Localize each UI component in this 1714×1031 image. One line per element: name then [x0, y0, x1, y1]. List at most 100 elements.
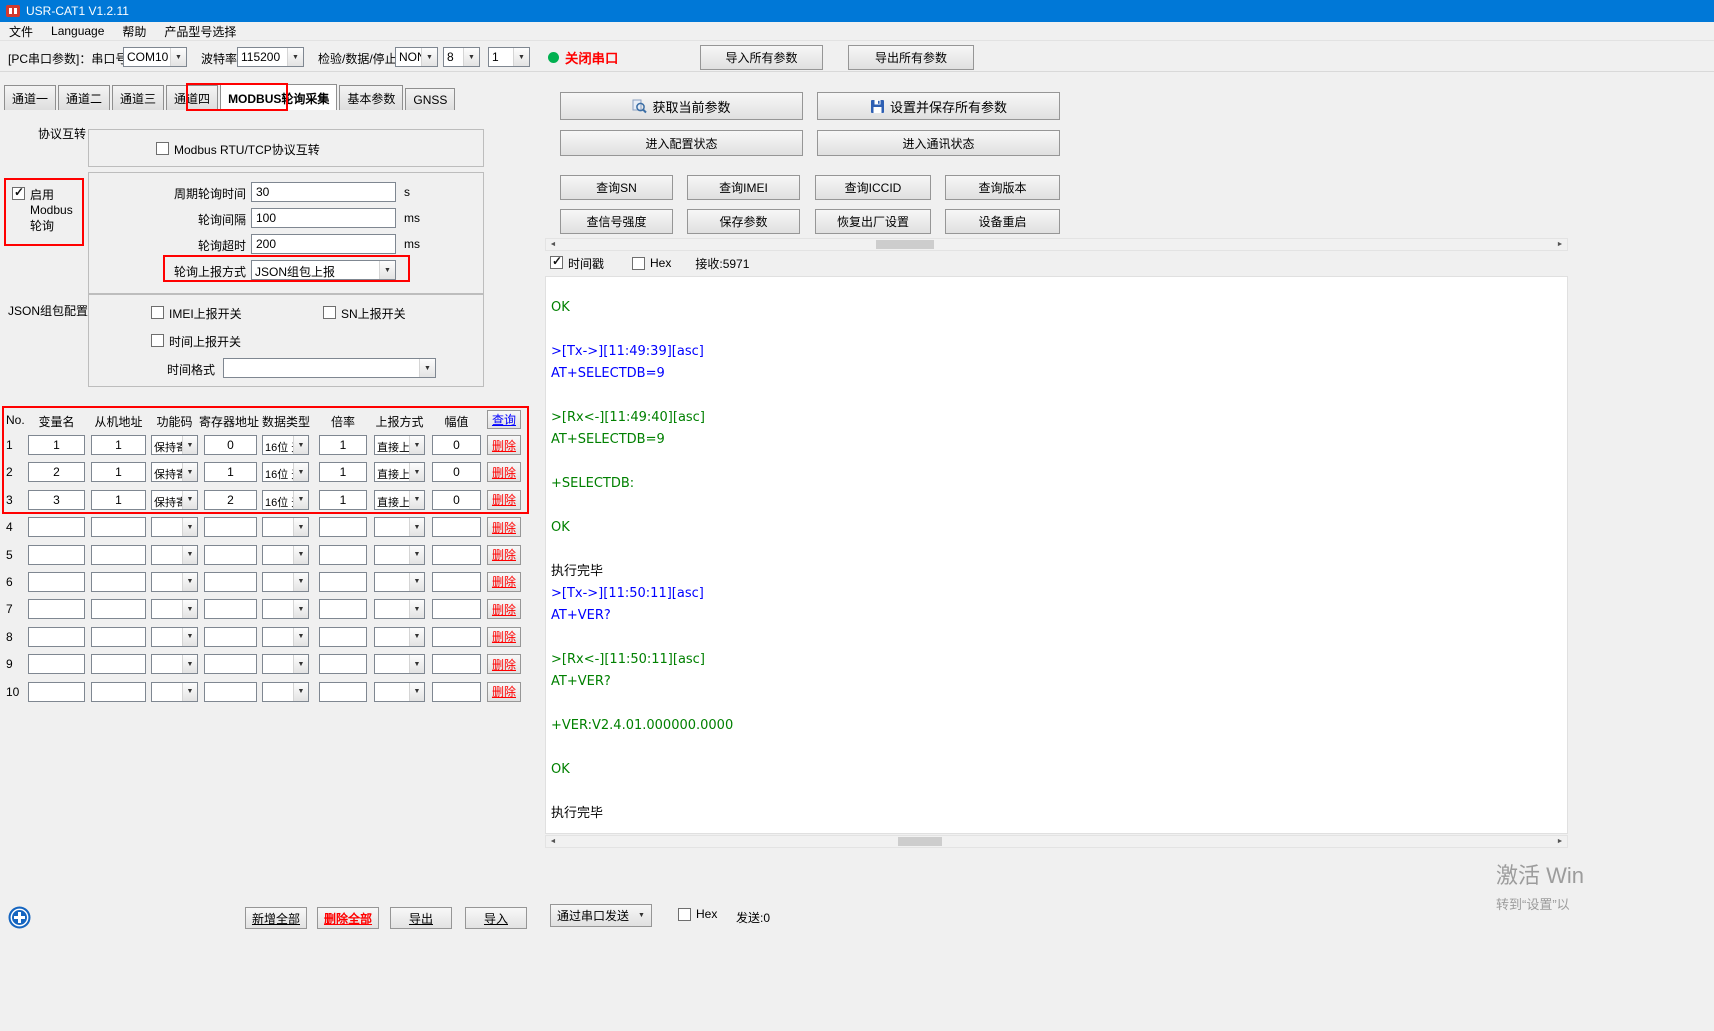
stopbits-select[interactable]: 1 ▼ — [488, 47, 530, 67]
delete-row-button[interactable]: 删除 — [487, 682, 521, 702]
func-code-select[interactable]: ▼ — [151, 545, 198, 565]
export-table-button[interactable]: 导出 — [390, 907, 452, 929]
data-type-select[interactable]: 16位 无符号 ▼ — [262, 490, 309, 510]
add-circle-icon[interactable] — [8, 906, 31, 929]
delete-all-button[interactable]: 删除全部 — [317, 907, 379, 929]
time-report-checkbox[interactable]: 时间上报开关 — [151, 333, 241, 350]
sn-report-checkbox[interactable]: SN上报开关 — [323, 305, 406, 322]
tab-modbus-poll[interactable]: MODBUS轮询采集 — [220, 84, 337, 110]
report-mode-select[interactable]: 直接上报 ▼ — [374, 435, 425, 455]
amplitude-input[interactable] — [432, 490, 481, 510]
enable-modbus-poll-checkbox[interactable]: 启用 Modbus轮询 — [12, 186, 76, 234]
delete-row-button[interactable]: 删除 — [487, 517, 521, 537]
delete-row-button[interactable]: 删除 — [487, 490, 521, 510]
baud-select[interactable]: 115200 ▼ — [237, 47, 304, 67]
menu-language[interactable]: Language — [42, 22, 113, 40]
slave-addr-input[interactable] — [91, 435, 146, 455]
report-mode-select[interactable]: ▼ — [374, 627, 425, 647]
reg-addr-input[interactable] — [204, 517, 257, 537]
tab-basic-params[interactable]: 基本参数 — [339, 85, 403, 110]
var-name-input[interactable] — [28, 599, 85, 619]
func-code-select[interactable]: ▼ — [151, 572, 198, 592]
rate-input[interactable] — [319, 572, 367, 592]
reg-addr-input[interactable] — [204, 490, 257, 510]
databits-select[interactable]: 8 ▼ — [443, 47, 480, 67]
scrollbar-thumb[interactable] — [876, 240, 934, 249]
amplitude-input[interactable] — [432, 545, 481, 565]
report-mode-select[interactable]: JSON组包上报 ▼ — [251, 260, 396, 280]
amplitude-input[interactable] — [432, 682, 481, 702]
delete-row-button[interactable]: 删除 — [487, 599, 521, 619]
enter-config-state-button[interactable]: 进入配置状态 — [560, 130, 803, 156]
reboot-device-button[interactable]: 设备重启 — [945, 209, 1060, 234]
data-type-select[interactable]: ▼ — [262, 599, 309, 619]
var-name-input[interactable] — [28, 654, 85, 674]
var-name-input[interactable] — [28, 462, 85, 482]
report-mode-select[interactable]: ▼ — [374, 654, 425, 674]
data-type-select[interactable]: ▼ — [262, 545, 309, 565]
set-save-all-params-button[interactable]: 设置并保存所有参数 — [817, 92, 1060, 120]
log-hscrollbar-bottom[interactable]: ◄ ► — [545, 835, 1568, 848]
delete-row-button[interactable]: 删除 — [487, 462, 521, 482]
slave-addr-input[interactable] — [91, 682, 146, 702]
rate-input[interactable] — [319, 462, 367, 482]
reg-addr-input[interactable] — [204, 599, 257, 619]
reg-addr-input[interactable] — [204, 462, 257, 482]
scrollbar-thumb[interactable] — [898, 837, 942, 846]
slave-addr-input[interactable] — [91, 517, 146, 537]
amplitude-input[interactable] — [432, 572, 481, 592]
slave-addr-input[interactable] — [91, 654, 146, 674]
slave-addr-input[interactable] — [91, 572, 146, 592]
tab-channel-2[interactable]: 通道二 — [58, 85, 110, 110]
reg-addr-input[interactable] — [204, 572, 257, 592]
import-table-button[interactable]: 导入 — [465, 907, 527, 929]
rate-input[interactable] — [319, 435, 367, 455]
var-name-input[interactable] — [28, 627, 85, 647]
query-imei-button[interactable]: 查询IMEI — [687, 175, 800, 200]
port-select[interactable]: COM10 ▼ — [123, 47, 187, 67]
log-hscrollbar-top[interactable]: ◄ ► — [545, 238, 1568, 251]
tab-channel-4[interactable]: 通道四 — [166, 85, 218, 110]
report-mode-select[interactable]: ▼ — [374, 682, 425, 702]
time-format-select[interactable]: ▼ — [223, 358, 436, 378]
reg-addr-input[interactable] — [204, 545, 257, 565]
func-code-select[interactable]: 保持寄存器 ▼ — [151, 435, 198, 455]
data-type-select[interactable]: ▼ — [262, 572, 309, 592]
delete-row-button[interactable]: 删除 — [487, 654, 521, 674]
scroll-left-icon[interactable]: ◄ — [546, 239, 560, 250]
send-via-serial-button[interactable]: 通过串口发送 ▼ — [550, 904, 652, 927]
data-type-select[interactable]: 16位 无符号 ▼ — [262, 435, 309, 455]
var-name-input[interactable] — [28, 572, 85, 592]
rate-input[interactable] — [319, 545, 367, 565]
delete-row-button[interactable]: 删除 — [487, 572, 521, 592]
rate-input[interactable] — [319, 599, 367, 619]
slave-addr-input[interactable] — [91, 627, 146, 647]
close-port-button[interactable]: 关闭串口 — [548, 45, 618, 69]
slave-addr-input[interactable] — [91, 599, 146, 619]
amplitude-input[interactable] — [432, 435, 481, 455]
data-type-select[interactable]: ▼ — [262, 627, 309, 647]
slave-addr-input[interactable] — [91, 462, 146, 482]
report-mode-select[interactable]: ▼ — [374, 572, 425, 592]
func-code-select[interactable]: 保持寄存器 ▼ — [151, 490, 198, 510]
query-sn-button[interactable]: 查询SN — [560, 175, 673, 200]
rate-input[interactable] — [319, 654, 367, 674]
tab-channel-3[interactable]: 通道三 — [112, 85, 164, 110]
timestamp-checkbox[interactable]: 时间戳 — [550, 255, 604, 272]
amplitude-input[interactable] — [432, 462, 481, 482]
reg-addr-input[interactable] — [204, 654, 257, 674]
poll-timeout-input[interactable] — [251, 234, 396, 254]
modbus-rtu-tcp-checkbox[interactable]: Modbus RTU/TCP协议互转 — [156, 141, 320, 158]
query-iccid-button[interactable]: 查询ICCID — [815, 175, 931, 200]
menu-product-model[interactable]: 产品型号选择 — [155, 22, 245, 40]
rate-input[interactable] — [319, 490, 367, 510]
imei-report-checkbox[interactable]: IMEI上报开关 — [151, 305, 242, 322]
var-name-input[interactable] — [28, 435, 85, 455]
delete-row-button[interactable]: 删除 — [487, 435, 521, 455]
func-code-select[interactable]: ▼ — [151, 682, 198, 702]
var-name-input[interactable] — [28, 682, 85, 702]
tab-channel-1[interactable]: 通道一 — [4, 85, 56, 110]
amplitude-input[interactable] — [432, 517, 481, 537]
serial-log[interactable]: OK>[Tx->][11:49:39][asc]AT+SELECTDB=9>[R… — [545, 276, 1568, 834]
reg-addr-input[interactable] — [204, 627, 257, 647]
